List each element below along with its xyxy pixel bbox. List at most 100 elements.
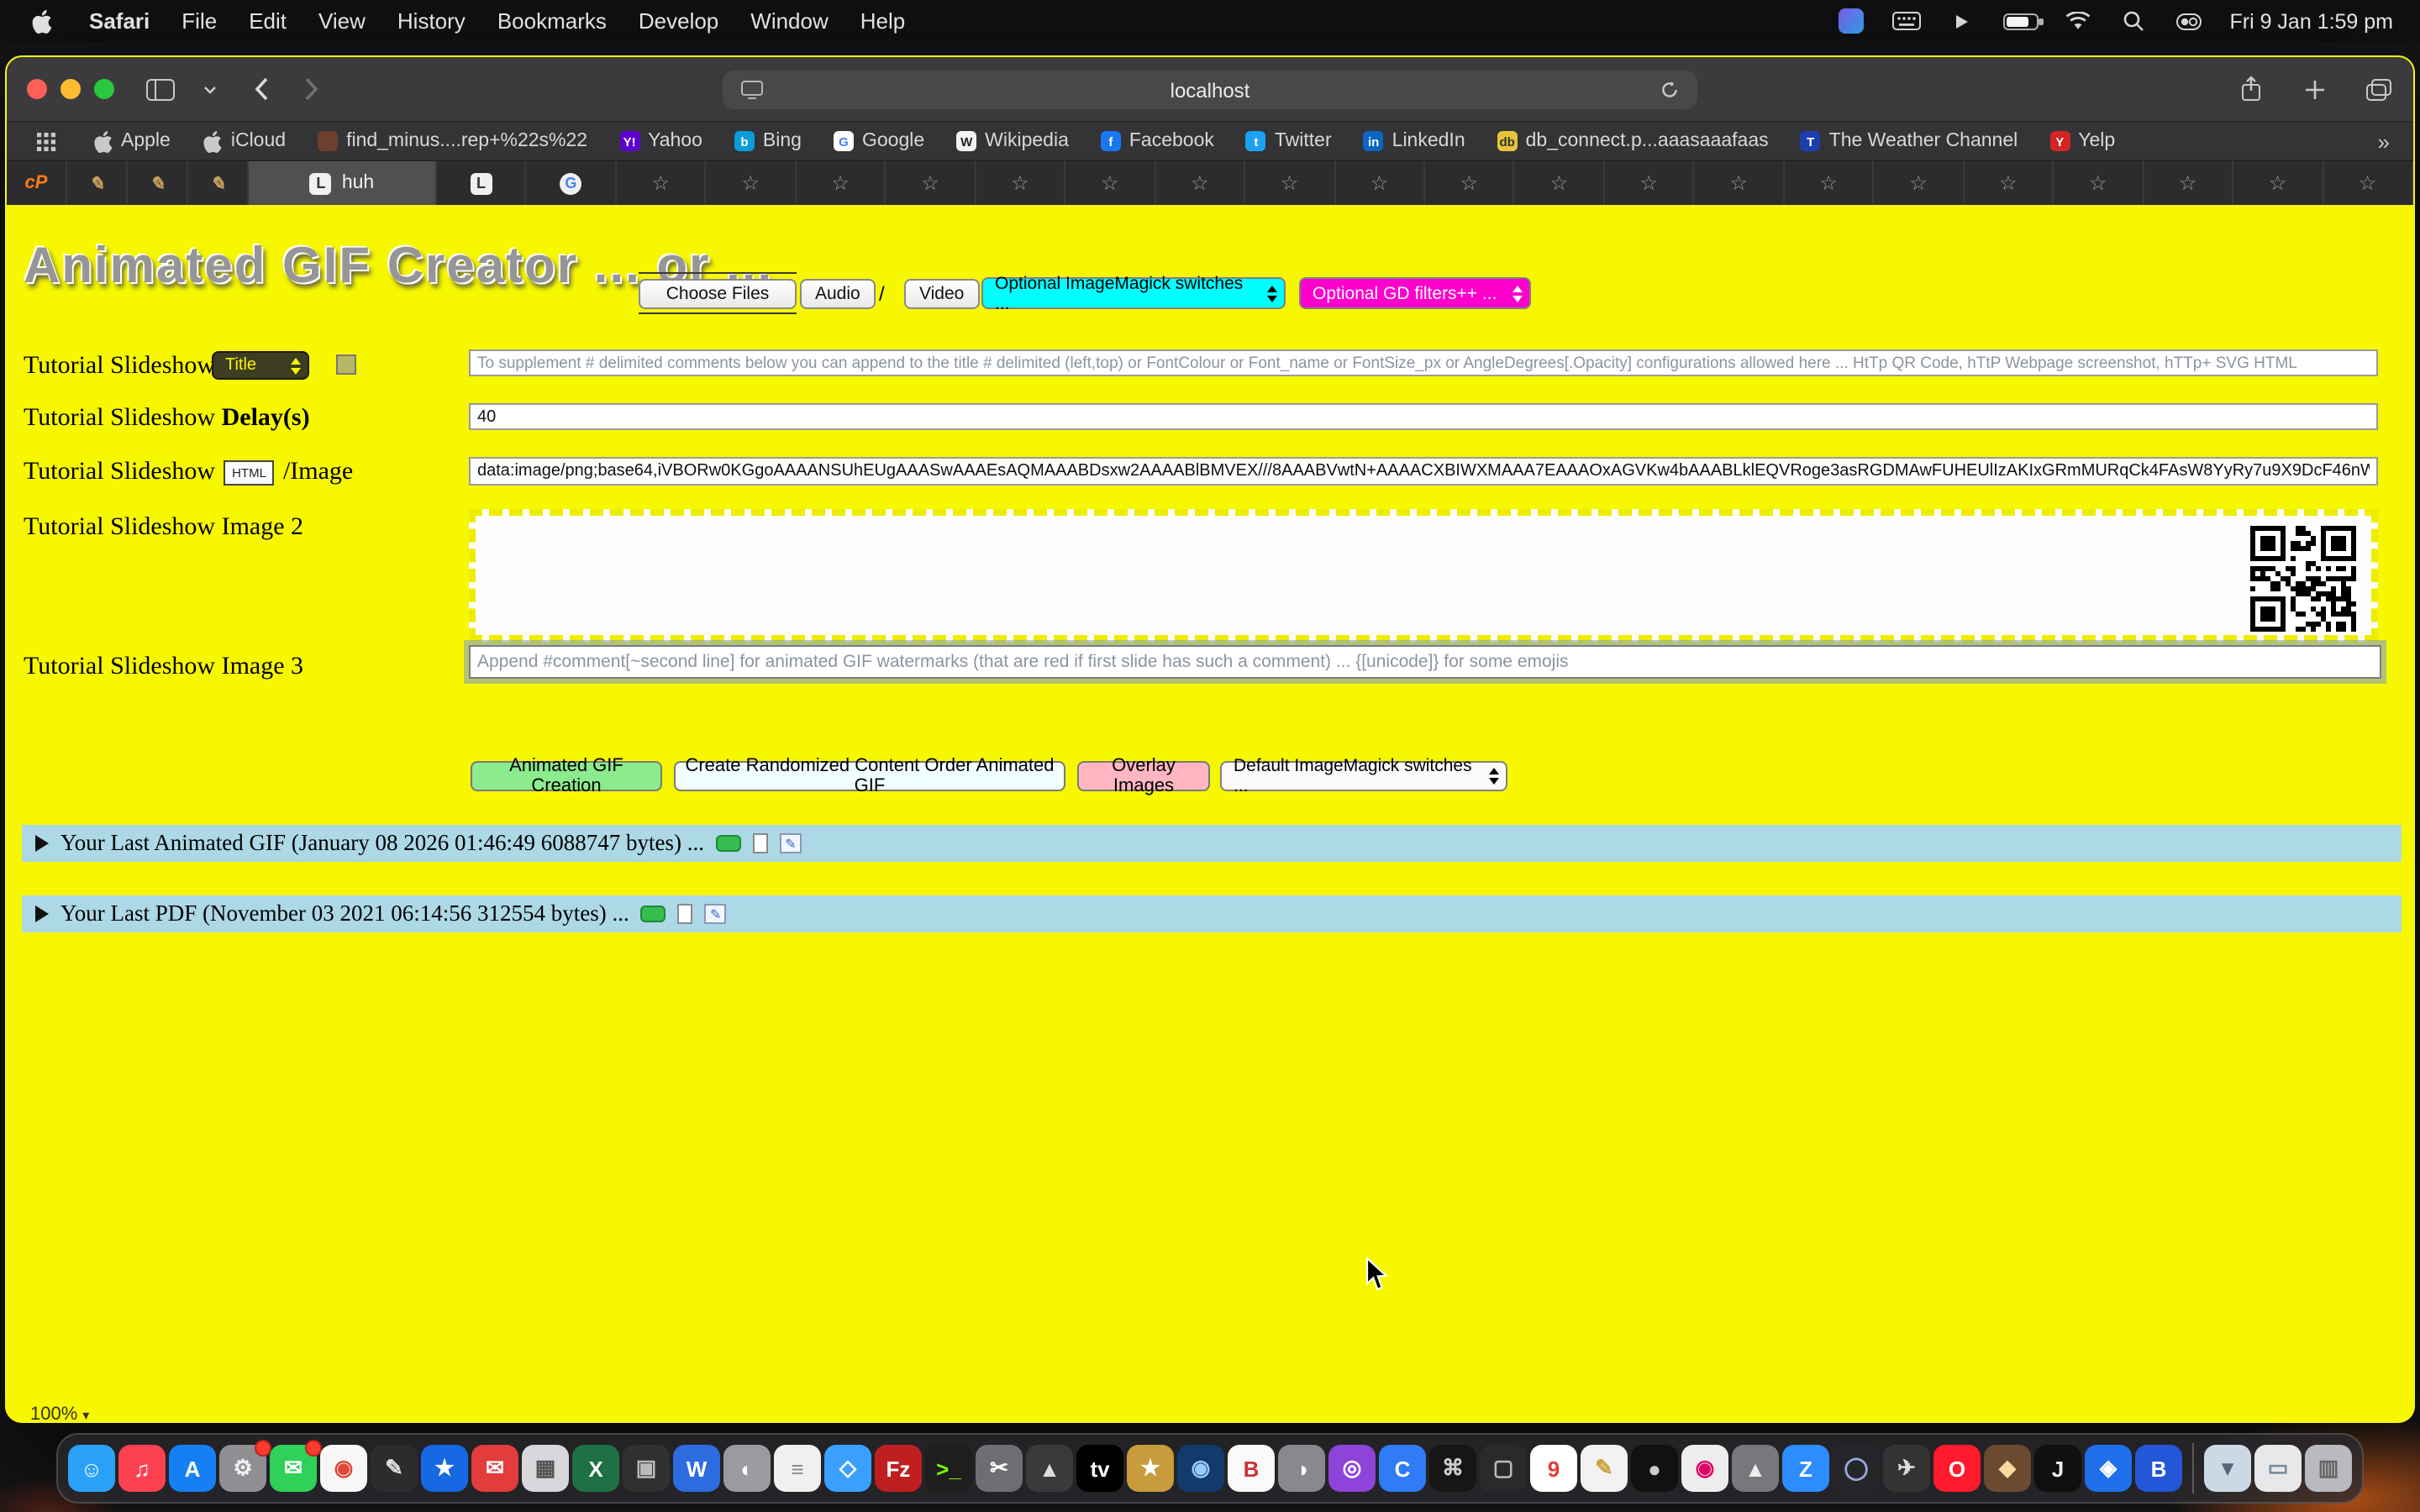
dock-icon-opera[interactable]: O bbox=[1933, 1445, 1981, 1492]
choose-files-button[interactable]: Choose Files bbox=[639, 279, 797, 309]
bookmark-linkedin[interactable]: inLinkedIn bbox=[1364, 131, 1465, 151]
tab-cpanel[interactable]: cP bbox=[7, 161, 67, 205]
bookmarks-overflow-icon[interactable]: » bbox=[2378, 129, 2390, 154]
menu-item-help[interactable]: Help bbox=[860, 8, 906, 34]
title-config-input[interactable] bbox=[469, 349, 2378, 376]
dock-icon-safari[interactable]: ★ bbox=[421, 1445, 468, 1492]
tab-star-17[interactable]: ☆ bbox=[2054, 161, 2144, 205]
tab-star-11[interactable]: ☆ bbox=[1515, 161, 1605, 205]
animated-gif-creation-button[interactable]: Animated GIF Creation bbox=[471, 761, 662, 791]
menu-item-window[interactable]: Window bbox=[750, 8, 829, 34]
search-icon[interactable] bbox=[2118, 3, 2149, 39]
default-switches-select[interactable]: Default ImageMagick switches ... bbox=[1220, 761, 1507, 791]
last-pdf-summary[interactable]: Your Last PDF (November 03 2021 06:14:56… bbox=[22, 895, 2402, 932]
tab-star-18[interactable]: ☆ bbox=[2144, 161, 2233, 205]
dock-icon-downloads-folder[interactable]: ▾ bbox=[2204, 1445, 2251, 1492]
tab-huh[interactable]: Lhuh bbox=[249, 161, 437, 205]
bookmark-twitter[interactable]: tTwitter bbox=[1246, 131, 1332, 151]
menu-item-develop[interactable]: Develop bbox=[639, 8, 718, 34]
image2-dropzone[interactable] bbox=[469, 509, 2378, 642]
tab-star-12[interactable]: ☆ bbox=[1605, 161, 1695, 205]
dock-icon-excel[interactable]: X bbox=[572, 1445, 619, 1492]
tab-editor-1[interactable]: ✎ bbox=[67, 161, 128, 205]
dock-icon-messages[interactable]: ✉ bbox=[270, 1445, 317, 1492]
dock-icon-calendar[interactable]: 9 bbox=[1530, 1445, 1577, 1492]
dock-icon-app-gray-3[interactable]: ◑ bbox=[1278, 1445, 1325, 1492]
dock-icon-app-navy[interactable]: ◉ bbox=[1177, 1445, 1224, 1492]
wifi-icon[interactable] bbox=[2063, 3, 2093, 39]
sidebar-chevron-icon[interactable] bbox=[195, 71, 225, 108]
tab-star-4[interactable]: ☆ bbox=[886, 161, 976, 205]
dock-icon-app-dark-6[interactable]: ✈ bbox=[1883, 1445, 1930, 1492]
menu-clock[interactable]: Fri 9 Jan 1:59 pm bbox=[2229, 9, 2393, 33]
bookmark-facebook[interactable]: fFacebook bbox=[1101, 131, 1214, 151]
dock-icon-app-blue-1[interactable]: ◇ bbox=[824, 1445, 871, 1492]
bookmark-wikipedia[interactable]: WWikipedia bbox=[956, 131, 1069, 151]
tab-star-10[interactable]: ☆ bbox=[1425, 161, 1515, 205]
dock-icon-finder[interactable]: ☺ bbox=[68, 1445, 115, 1492]
dock-icon-app-gray-2[interactable]: ✂ bbox=[976, 1445, 1023, 1492]
disclosure-triangle-icon[interactable] bbox=[35, 835, 49, 852]
minimize-window-button[interactable] bbox=[60, 79, 81, 99]
image3-input[interactable] bbox=[469, 645, 2381, 679]
dock-icon-app-dark-5[interactable]: ◯ bbox=[1833, 1445, 1880, 1492]
dock-icon-notes[interactable]: ✎ bbox=[1581, 1445, 1628, 1492]
dock-icon-app-dark-1[interactable]: ✎ bbox=[371, 1445, 418, 1492]
menu-extra-icon[interactable] bbox=[1836, 3, 1866, 39]
bookmark-yelp[interactable]: YYelp bbox=[2049, 131, 2115, 151]
close-window-button[interactable] bbox=[27, 79, 47, 99]
dock-icon-terminal[interactable]: >_ bbox=[925, 1445, 972, 1492]
tab-overview-icon[interactable] bbox=[2363, 71, 2393, 108]
dock-icon-facetime[interactable]: C bbox=[1379, 1445, 1426, 1492]
imagemagick-switches-select[interactable]: Optional ImageMagick switches ... bbox=[981, 277, 1286, 309]
address-bar[interactable]: localhost bbox=[723, 71, 1697, 109]
color-well[interactable] bbox=[336, 354, 356, 375]
new-tab-icon[interactable] bbox=[2299, 71, 2329, 108]
bookmark-icloud[interactable]: iCloud bbox=[203, 131, 286, 151]
video-button[interactable]: Video bbox=[904, 279, 979, 309]
bookmark-the-weather-channel[interactable]: TThe Weather Channel bbox=[1801, 131, 2018, 151]
keyboard-icon[interactable] bbox=[1891, 3, 1922, 39]
menu-app-name[interactable]: Safari bbox=[89, 8, 150, 34]
dock-icon-settings[interactable]: ⚙ bbox=[219, 1445, 266, 1492]
menu-item-file[interactable]: File bbox=[182, 8, 217, 34]
tab-star-5[interactable]: ☆ bbox=[976, 161, 1065, 205]
overlay-images-button[interactable]: Overlay Images bbox=[1077, 761, 1210, 791]
dock-icon-word[interactable]: W bbox=[673, 1445, 720, 1492]
dock-icon-bluetooth[interactable]: B bbox=[2135, 1445, 2182, 1492]
delay-input[interactable] bbox=[469, 403, 2378, 430]
dock-icon-app-tan[interactable]: ★ bbox=[1127, 1445, 1174, 1492]
forward-button[interactable] bbox=[296, 71, 326, 108]
dock-icon-app-brown[interactable]: ◆ bbox=[1984, 1445, 2031, 1492]
bookmark-google[interactable]: GGoogle bbox=[834, 131, 924, 151]
disclosure-triangle-icon[interactable] bbox=[35, 906, 49, 922]
tab-star-3[interactable]: ☆ bbox=[797, 161, 886, 205]
tab-star-6[interactable]: ☆ bbox=[1065, 161, 1155, 205]
dock-icon-mail[interactable]: ✉ bbox=[471, 1445, 518, 1492]
share-icon[interactable] bbox=[2235, 71, 2265, 108]
tab-star-15[interactable]: ☆ bbox=[1875, 161, 1965, 205]
randomized-gif-button[interactable]: Create Randomized Content Order Animated… bbox=[674, 761, 1065, 791]
tab-favicon-2[interactable]: G bbox=[527, 161, 617, 205]
dock-icon-podcasts[interactable]: ◎ bbox=[1328, 1445, 1376, 1492]
tab-favicon-1[interactable]: L bbox=[437, 161, 527, 205]
dock-icon-app-blue-2[interactable]: ◈ bbox=[2085, 1445, 2132, 1492]
data-url-input[interactable] bbox=[469, 457, 2378, 486]
apple-menu-icon[interactable] bbox=[27, 3, 57, 39]
dock-icon-tv[interactable]: tv bbox=[1076, 1445, 1123, 1492]
dock-icon-app-black-2[interactable]: J bbox=[2034, 1445, 2081, 1492]
dock-icon-filezilla[interactable]: Fz bbox=[875, 1445, 922, 1492]
dock-icon-app-black-1[interactable]: ⌘ bbox=[1429, 1445, 1476, 1492]
bookmark-find-minus-rep-22s-22[interactable]: find_minus....rep+%22s%22 bbox=[318, 131, 587, 151]
dock-icon-pages[interactable]: ≡ bbox=[774, 1445, 821, 1492]
dock-icon-zoom[interactable]: Z bbox=[1782, 1445, 1829, 1492]
dock-icon-music[interactable]: ♫ bbox=[118, 1445, 166, 1492]
audio-button[interactable]: Audio bbox=[800, 279, 876, 309]
sidebar-toggle-icon[interactable] bbox=[145, 71, 175, 108]
dock-icon-launchpad[interactable]: ▦ bbox=[522, 1445, 569, 1492]
menu-item-view[interactable]: View bbox=[318, 8, 366, 34]
dock-icon-app-gray-4[interactable]: ▲ bbox=[1732, 1445, 1779, 1492]
menu-item-edit[interactable]: Edit bbox=[249, 8, 287, 34]
dock-icon-app-dark-2[interactable]: ▣ bbox=[623, 1445, 670, 1492]
dock-icon-bear[interactable]: B bbox=[1228, 1445, 1275, 1492]
